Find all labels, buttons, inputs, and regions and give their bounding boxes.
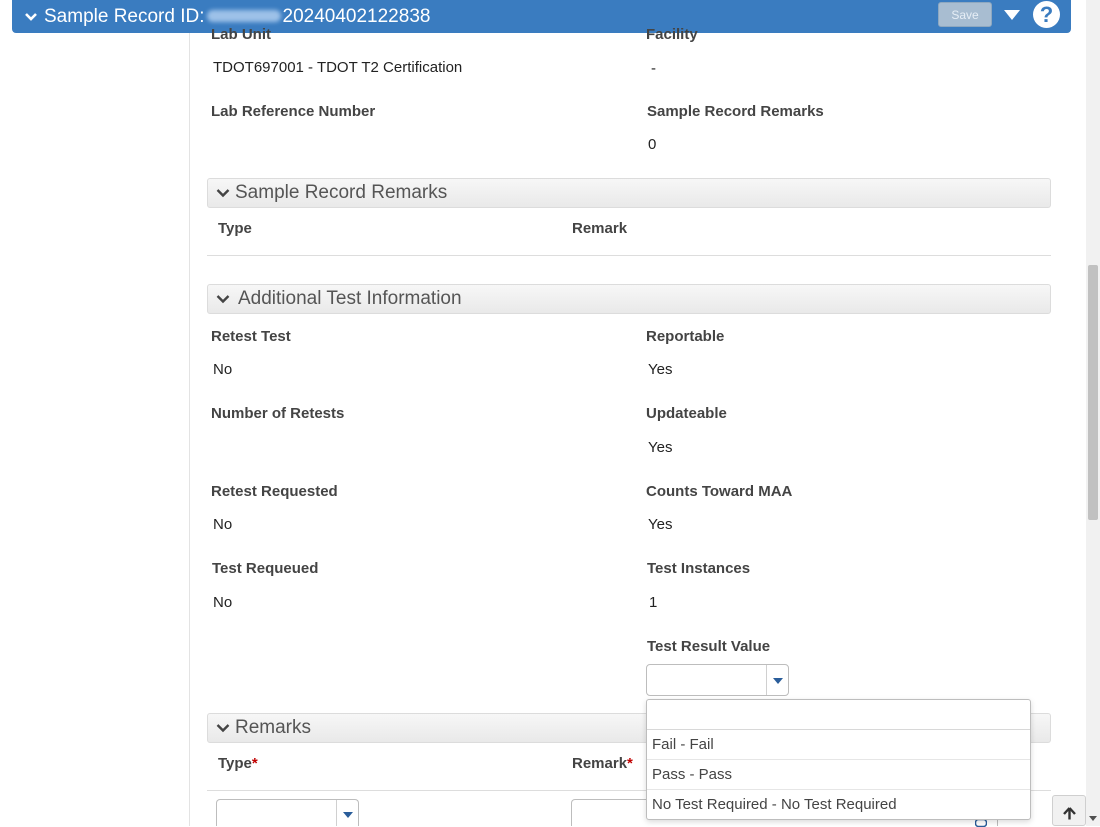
- caret-down-icon: [773, 678, 783, 684]
- record-title: Sample Record ID: 20240402122838: [44, 6, 430, 28]
- facility-value: -: [651, 60, 656, 77]
- section-title: Remarks: [235, 717, 312, 738]
- test-result-value-dropdown: Fail - Fail Pass - Pass No Test Required…: [646, 699, 1031, 820]
- caret-down-icon: [343, 812, 353, 818]
- dropdown-filter-input[interactable]: [647, 700, 1030, 730]
- section-sample-record-remarks[interactable]: Sample Record Remarks: [207, 178, 1051, 208]
- updateable-label: Updateable: [646, 405, 727, 422]
- lab-unit-label: Lab Unit: [211, 26, 271, 42]
- option-no-test-required[interactable]: No Test Required - No Test Required: [647, 790, 1030, 820]
- record-id: 20240402122838: [282, 5, 431, 27]
- test-requeued-value: No: [213, 594, 233, 611]
- retest-requested-value: No: [213, 516, 233, 533]
- test-instances-value: 1: [649, 594, 658, 611]
- facility-label: Facility: [646, 26, 698, 42]
- redacted-text: [206, 10, 281, 23]
- chevron-down-icon[interactable]: [216, 188, 230, 198]
- caret-down-icon[interactable]: [1003, 9, 1021, 21]
- updateable-value: Yes: [648, 439, 673, 456]
- test-instances-label: Test Instances: [647, 560, 751, 577]
- sample-record-remarks-count-value: 0: [648, 136, 657, 153]
- arrow-up-icon: [1063, 807, 1076, 820]
- section-additional-test-information[interactable]: Additional Test Information: [207, 284, 1051, 314]
- retest-requested-label: Retest Requested: [211, 483, 338, 500]
- remarks-type-label: Type*: [218, 755, 258, 772]
- counts-toward-maa-value: Yes: [648, 516, 673, 533]
- scroll-down-arrow-icon[interactable]: [1089, 816, 1097, 822]
- divider: [207, 255, 1051, 256]
- scroll-to-top-button[interactable]: [1052, 795, 1086, 826]
- option-pass[interactable]: Pass - Pass: [647, 760, 1030, 790]
- label-text: Remark: [572, 755, 628, 772]
- retest-test-label: Retest Test: [211, 328, 291, 345]
- option-fail[interactable]: Fail - Fail: [647, 730, 1030, 760]
- page-scrollbar[interactable]: [1086, 0, 1100, 826]
- chevron-down-icon[interactable]: [24, 10, 38, 24]
- test-requeued-label: Test Requeued: [212, 560, 319, 577]
- test-result-value-label: Test Result Value: [647, 638, 771, 655]
- reportable-label: Reportable: [646, 328, 725, 345]
- required-mark: *: [627, 755, 633, 772]
- lab-unit-value: TDOT697001 - TDOT T2 Certification: [213, 59, 463, 76]
- remarks-remark-label: Remark*: [572, 755, 633, 772]
- record-title-prefix: Sample Record ID:: [44, 5, 205, 27]
- counts-toward-maa-label: Counts Toward MAA: [646, 483, 793, 500]
- column-header-type: Type: [218, 220, 252, 237]
- reportable-value: Yes: [648, 361, 673, 378]
- required-mark: *: [251, 755, 258, 772]
- left-gutter: [0, 0, 190, 826]
- sample-record-remarks-count-label: Sample Record Remarks: [647, 103, 824, 120]
- help-button[interactable]: ?: [1033, 1, 1060, 28]
- remark-type-select[interactable]: [216, 799, 359, 826]
- number-of-retests-label: Number of Retests: [211, 405, 345, 422]
- test-result-value-select[interactable]: [646, 664, 789, 696]
- select-toggle[interactable]: [766, 665, 788, 695]
- retest-test-value: No: [213, 361, 233, 378]
- section-title: Additional Test Information: [238, 288, 462, 309]
- label-text: Type: [218, 755, 252, 772]
- column-header-remark: Remark: [572, 220, 628, 237]
- chevron-down-icon[interactable]: [216, 294, 230, 304]
- section-title: Sample Record Remarks: [235, 182, 448, 203]
- select-toggle[interactable]: [336, 800, 358, 826]
- save-button[interactable]: Save: [938, 2, 992, 27]
- scrollbar-thumb[interactable]: [1088, 265, 1098, 520]
- lab-reference-number-label: Lab Reference Number: [211, 103, 376, 120]
- chevron-down-icon[interactable]: [216, 723, 230, 733]
- record-header-bar: Sample Record ID: 20240402122838 Save ?: [12, 0, 1071, 33]
